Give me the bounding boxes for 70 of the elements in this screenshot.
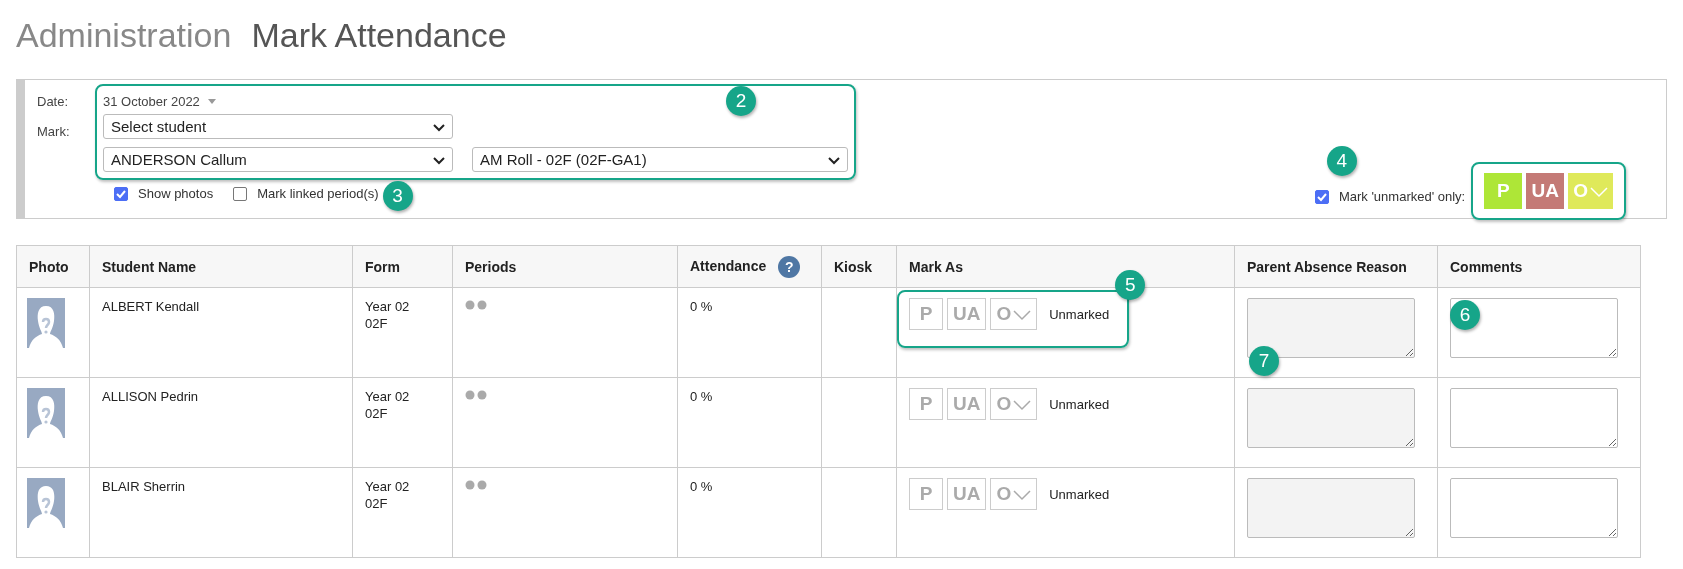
chevron-down-icon [432,121,446,132]
column-header: Photo [29,258,69,275]
form-text: Year 02 [365,388,411,405]
comments-field[interactable] [1450,388,1618,448]
mark-button[interactable]: O [990,388,1038,420]
mark-button[interactable]: P [909,478,943,510]
reason-field[interactable] [1247,478,1415,538]
period-dots-icon [465,480,487,490]
mark-button[interactable]: UA [947,388,987,420]
mark-status: Unmarked [1049,306,1110,322]
caret-down-icon [207,99,216,104]
avatar-placeholder-icon [27,478,65,528]
checkbox-label: Show photos [138,186,214,201]
checkbox[interactable] [233,186,248,201]
mark-button[interactable]: UA [1526,173,1565,209]
checkbox-label: Mark linked period(s) [257,186,379,201]
mark-button[interactable]: O [1568,173,1613,209]
attendance-value: 0 % [690,299,713,314]
student-name[interactable]: ALLISON Pedrin [102,389,199,404]
attendance-value: 0 % [690,479,713,494]
mark-button[interactable]: UA [947,478,987,510]
step-badge: 2 [726,86,756,116]
help-icon[interactable]: ? [778,255,801,278]
chevron-down-icon [827,154,841,165]
period-dots-icon [465,300,487,310]
form-text: Year 02 [365,298,411,315]
checkbox-label: Mark 'unmarked' only: [1338,189,1466,204]
period-dots-icon [465,390,487,400]
mark-button[interactable]: O [990,298,1038,330]
mark-status: Unmarked [1049,486,1110,502]
mark-button[interactable]: P [1484,173,1523,209]
page-title: Mark Attendance [251,16,507,54]
step-badge: 3 [382,181,413,211]
column-header: Comments [1450,258,1523,275]
mark-status: Unmarked [1049,396,1110,412]
mark-button[interactable]: UA [947,298,987,330]
column-header: Parent Absence Reason [1247,258,1407,275]
avatar-placeholder-icon [27,298,65,348]
student-name[interactable]: BLAIR Sherrin [102,479,186,494]
column-header: Form [365,258,400,275]
step-badge: 7 [1249,346,1279,376]
column-header: Mark As [909,258,963,275]
avatar-placeholder-icon [27,388,65,438]
column-header: Student Name [102,258,197,275]
date-picker[interactable]: 31 October 2022 [103,94,216,109]
form-text: 02F [365,315,389,332]
comments-field[interactable] [1450,478,1618,538]
checkbox[interactable] [114,186,128,201]
student-name[interactable]: ALBERT Kendall [102,299,200,314]
reason-field[interactable] [1247,388,1415,448]
attendance-value: 0 % [690,389,713,404]
step-badge: 4 [1326,146,1357,176]
chevron-down-icon [432,154,446,165]
checkbox[interactable] [1314,189,1329,204]
form-text: 02F [365,405,389,422]
form-text: 02F [365,495,389,512]
mark-button[interactable]: P [909,298,943,330]
select-field[interactable]: AM Roll - 02F (02F-GA1) [472,147,848,172]
select-field[interactable]: Select student [103,114,453,139]
comments-field[interactable] [1450,298,1618,358]
field-label: Mark: [37,123,71,141]
form-text: Year 02 [365,478,411,495]
field-label: Date: [37,93,70,111]
select-field[interactable]: ANDERSON Callum [103,147,453,172]
column-header: Kiosk [834,258,873,275]
mark-button[interactable]: O [990,478,1038,510]
column-header: Attendance [690,257,767,274]
column-header: Periods [465,258,517,275]
section-title: Administration [16,16,232,54]
mark-button[interactable]: P [909,388,943,420]
